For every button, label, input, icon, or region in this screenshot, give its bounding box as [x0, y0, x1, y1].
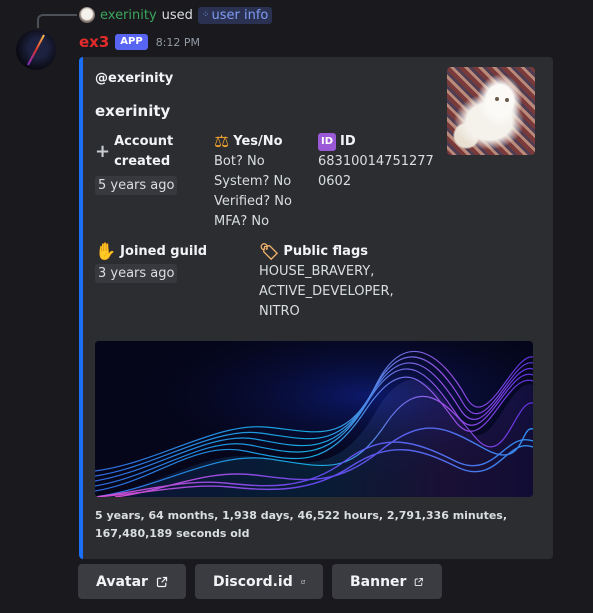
embed-author: @exerinity	[95, 71, 174, 86]
cat-eye	[495, 97, 499, 101]
cat-eye	[505, 98, 509, 102]
field-joined-guild: ✋ Joined guild 3 years ago	[95, 242, 255, 284]
embed-thumbnail-cat[interactable]	[447, 67, 535, 155]
yes-no-line: MFA? No	[214, 214, 270, 229]
command-pill[interactable]: ⁘ user info	[197, 6, 273, 24]
banner-button-label: Banner	[350, 573, 407, 590]
public-flag-line: HOUSE_BRAVERY,	[259, 264, 375, 279]
balance-scale-icon: ⚖	[214, 132, 230, 152]
timestamp[interactable]: 8:12 PM	[156, 36, 200, 49]
field-name-joined-guild: Joined guild	[120, 244, 208, 259]
yes-no-line: System? No	[214, 174, 292, 189]
public-flag-line: ACTIVE_DEVELOPER,	[259, 284, 394, 299]
id-badge-icon: ID	[318, 133, 336, 151]
yes-no-line: Verified? No	[214, 194, 292, 209]
embed-banner-image[interactable]	[95, 341, 533, 497]
invoker-name[interactable]: exerinity	[100, 8, 157, 23]
banner-wave-graphic	[95, 341, 533, 497]
waving-hand-icon: ✋	[95, 242, 117, 262]
message-header: ex3 APP 8:12 PM	[79, 32, 200, 52]
external-link-icon	[156, 576, 168, 587]
invoker-avatar[interactable]	[79, 7, 95, 23]
app-badge: APP	[115, 34, 148, 50]
message-container: exerinity used ⁘ user info ex3 APP 8:12 …	[0, 0, 593, 613]
discord-id-link-button[interactable]: Discord.id	[195, 564, 323, 599]
field-name-yes-no: Yes/No	[233, 134, 283, 149]
discord-id-button-label: Discord.id	[213, 573, 293, 590]
id-value-line: 0602	[318, 174, 352, 189]
external-link-icon	[415, 577, 424, 586]
link-button-row: Avatar Discord.id Banner	[78, 564, 442, 599]
avatar-slash-graphic	[27, 34, 45, 66]
author-name[interactable]: ex3	[79, 33, 109, 51]
yes-no-line: Bot? No	[214, 154, 265, 169]
command-name: user info	[211, 7, 269, 23]
embed-title: exerinity	[95, 102, 171, 120]
user-info-embed: @exerinity exerinity + Account created 5…	[79, 57, 553, 559]
author-avatar[interactable]	[16, 30, 56, 70]
joined-guild-value: 3 years ago	[95, 264, 178, 283]
public-flag-line: NITRO	[259, 304, 300, 319]
avatar-button-label: Avatar	[96, 573, 148, 590]
slash-command-icon: ⁘	[201, 10, 209, 20]
field-name-public-flags: Public flags	[283, 244, 368, 259]
field-yes-no: ⚖ Yes/No Bot? No System? No Verified? No…	[214, 132, 314, 232]
field-account-created: + Account created 5 years ago	[95, 132, 205, 196]
command-invocation: exerinity used ⁘ user info	[79, 5, 273, 25]
embed-footer: 5 years, 64 months, 1,938 days, 46,522 h…	[95, 509, 508, 540]
used-label: used	[161, 7, 193, 23]
banner-link-button[interactable]: Banner	[332, 564, 442, 599]
heavy-plus-icon: +	[95, 141, 111, 162]
field-id: ID ID 68310014751277 0602	[318, 132, 448, 192]
external-link-icon	[301, 579, 305, 584]
label-tag-icon: 🏷	[259, 242, 280, 261]
field-name-account-created: Account created	[114, 134, 174, 169]
reply-spine	[37, 14, 77, 28]
account-created-value: 5 years ago	[95, 176, 178, 195]
field-name-id: ID	[340, 134, 356, 149]
id-value-line: 68310014751277	[318, 154, 434, 169]
avatar-link-button[interactable]: Avatar	[78, 564, 186, 599]
field-public-flags: 🏷 Public flags HOUSE_BRAVERY, ACTIVE_DEV…	[259, 242, 459, 322]
